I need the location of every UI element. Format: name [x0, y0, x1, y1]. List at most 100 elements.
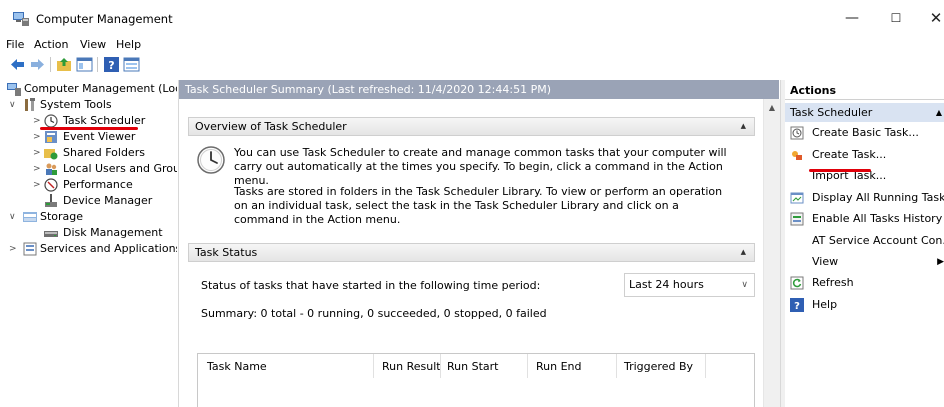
disk-icon — [44, 231, 58, 237]
help-icon: ? — [790, 298, 804, 312]
refresh-icon — [790, 276, 804, 290]
tree-item-label: Event Viewer — [63, 130, 136, 143]
time-period-value: Last 24 hours — [629, 278, 704, 291]
chevron-down-icon[interactable]: ∨ — [9, 209, 19, 225]
maximize-button[interactable]: ☐ — [876, 6, 916, 30]
action-label: Create Task... — [812, 148, 887, 161]
action-label: AT Service Account Con... — [812, 234, 944, 247]
actions-group-task-scheduler[interactable]: Task Scheduler ▲ — [785, 103, 944, 122]
column-separator[interactable] — [440, 354, 441, 378]
menu-action[interactable]: Action — [34, 38, 68, 51]
chevron-right-icon[interactable]: > — [33, 145, 43, 161]
tree-item-performance[interactable]: > Performance — [5, 177, 177, 193]
action-display-all-running-tasks[interactable]: Display All Running Tasks — [785, 188, 944, 208]
tree-item-label: Storage — [40, 210, 84, 223]
task-status-section-header[interactable]: Task Status ▲ — [188, 243, 755, 262]
tree-item-local-users-and-groups[interactable]: > Local Users and Groups — [5, 161, 177, 177]
tree-item-label: Computer Management (Local — [24, 82, 177, 95]
tree-item-label: Services and Applications — [40, 242, 177, 255]
event-viewer-icon — [45, 131, 57, 143]
overview-paragraph-2: Tasks are stored in folders in the Task … — [234, 185, 723, 226]
chevron-right-icon[interactable]: > — [33, 161, 43, 177]
create-task-icon — [792, 151, 802, 160]
tree-item-services-and-applications[interactable]: > Services and Applications — [5, 241, 177, 257]
menu-view[interactable]: View — [80, 38, 106, 51]
action-refresh[interactable]: Refresh — [785, 273, 944, 293]
action-view[interactable]: View ▶ — [785, 252, 944, 272]
window-title: Computer Management — [36, 12, 173, 26]
column-separator[interactable] — [705, 354, 706, 378]
action-create-task[interactable]: Create Task... — [785, 145, 944, 165]
services-icon — [23, 242, 37, 256]
chevron-down-icon: ∨ — [741, 280, 748, 290]
action-at-service-account[interactable]: AT Service Account Con... — [785, 231, 944, 251]
create-basic-task-icon — [790, 126, 804, 140]
status-period-label: Status of tasks that have started in the… — [201, 279, 541, 292]
chevron-right-icon[interactable]: > — [9, 241, 19, 257]
annotation-underline — [809, 169, 871, 172]
clock-icon — [197, 146, 225, 174]
chevron-right-icon[interactable]: > — [33, 129, 43, 145]
title-bar: Computer Management — ☐ ✕ — [0, 0, 944, 34]
action-label: Create Basic Task... — [812, 126, 919, 139]
toolbar-separator — [97, 57, 98, 72]
tree-item-device-manager[interactable]: Device Manager — [5, 193, 177, 209]
action-label: Help — [812, 298, 838, 311]
show-hide-tree-icon[interactable] — [76, 57, 93, 72]
collapse-icon[interactable]: ▲ — [741, 118, 746, 135]
column-header-run-end[interactable]: Run End — [536, 360, 582, 373]
section-title: Task Status — [195, 246, 258, 259]
action-label: Display All Running Tasks — [812, 191, 944, 204]
computer-management-icon — [13, 12, 29, 26]
collapse-icon[interactable]: ▲ — [741, 244, 746, 261]
action-enable-all-tasks-history[interactable]: Enable All Tasks History — [785, 209, 944, 229]
action-help[interactable]: ? Help — [785, 295, 944, 315]
annotation-underline — [40, 127, 138, 130]
svg-text:?: ? — [108, 59, 114, 72]
vertical-scrollbar[interactable]: ▲ — [763, 99, 780, 407]
column-header-run-start[interactable]: Run Start — [447, 360, 498, 373]
time-period-select[interactable]: Last 24 hours ∨ — [624, 273, 755, 297]
tree-item-shared-folders[interactable]: > Shared Folders — [5, 145, 177, 161]
tree-item-label: Local Users and Groups — [63, 162, 177, 175]
minimize-button[interactable]: — — [832, 6, 872, 30]
clock-icon — [44, 114, 58, 128]
tree-item-disk-management[interactable]: Disk Management — [5, 225, 177, 241]
up-folder-icon[interactable] — [56, 57, 73, 72]
section-title: Overview of Task Scheduler — [195, 120, 347, 133]
tree-item-event-viewer[interactable]: > Event Viewer — [5, 129, 177, 145]
close-button[interactable]: ✕ — [916, 6, 944, 30]
action-create-basic-task[interactable]: Create Basic Task... — [785, 123, 944, 143]
actions-group-label: Task Scheduler — [790, 106, 873, 119]
device-manager-icon — [45, 194, 57, 207]
help-icon[interactable]: ? — [103, 57, 120, 72]
tree-item-computer-management[interactable]: Computer Management (Local — [5, 81, 177, 97]
column-header-triggered-by[interactable]: Triggered By — [624, 360, 693, 373]
back-icon[interactable] — [9, 57, 26, 72]
column-separator[interactable] — [373, 354, 374, 378]
shared-folder-icon — [44, 149, 58, 160]
chevron-right-icon[interactable]: > — [33, 177, 43, 193]
tree-item-label: Shared Folders — [63, 146, 145, 159]
column-header-run-result[interactable]: Run Result — [382, 360, 441, 373]
tree-item-system-tools[interactable]: ∨ System Tools — [5, 97, 177, 113]
column-header-task-name[interactable]: Task Name — [207, 360, 267, 373]
column-separator[interactable] — [616, 354, 617, 378]
svg-text:?: ? — [794, 301, 800, 312]
task-summary: Summary: 0 total - 0 running, 0 succeede… — [201, 307, 547, 320]
tree-item-label: Performance — [63, 178, 133, 191]
overview-section-header[interactable]: Overview of Task Scheduler ▲ — [188, 117, 755, 136]
collapse-icon[interactable]: ▲ — [936, 103, 942, 122]
chevron-down-icon[interactable]: ∨ — [9, 97, 19, 113]
tree-item-label: Device Manager — [63, 194, 153, 207]
menu-bar: File Action View Help — [0, 35, 944, 53]
menu-file[interactable]: File — [6, 38, 24, 51]
properties-icon[interactable] — [123, 57, 140, 72]
forward-icon[interactable] — [29, 57, 46, 72]
column-separator[interactable] — [527, 354, 528, 378]
tree-item-storage[interactable]: ∨ Storage — [5, 209, 177, 225]
menu-help[interactable]: Help — [116, 38, 141, 51]
toolbar: ? — [0, 54, 944, 76]
scroll-up-icon[interactable]: ▲ — [764, 103, 780, 112]
tools-icon — [25, 98, 35, 111]
